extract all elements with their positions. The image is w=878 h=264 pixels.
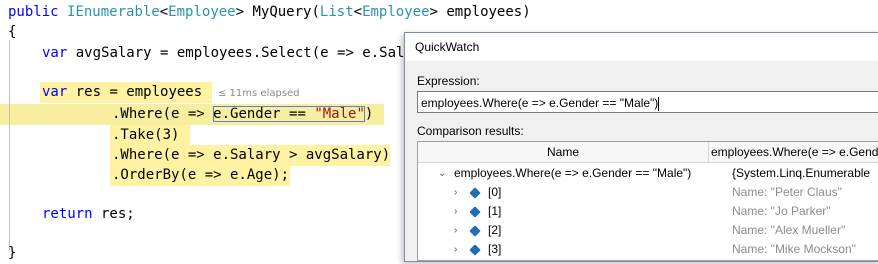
expression-input[interactable]: employees.Where(e => e.Gender == "Male") xyxy=(417,91,878,113)
code-line-3: var avgSalary = employees.Select(e => e.… xyxy=(42,45,405,61)
scope-guide xyxy=(9,40,10,250)
tree-row-item[interactable]: › [3] Name: "Mike Mockson" xyxy=(418,240,878,259)
code-line-8: .OrderBy(e => e.Age); xyxy=(112,167,290,183)
window-title: QuickWatch xyxy=(405,33,878,61)
object-cube-icon xyxy=(469,244,481,256)
code-line-6: .Take(3) xyxy=(112,127,180,143)
grid-header: Name employees.Where(e => e.Gender xyxy=(418,142,878,163)
expression-label: Expression: xyxy=(417,74,480,88)
tree-row-item[interactable]: › [2] Name: "Alex Mueller" xyxy=(418,221,878,240)
elapsed-time-hint: ≤ 11ms elapsed xyxy=(218,88,300,99)
code-line-9: return res; xyxy=(42,206,135,222)
code-line-2: { xyxy=(8,24,17,40)
object-cube-icon xyxy=(469,206,481,218)
code-line-10: } xyxy=(8,245,17,261)
column-header-value[interactable]: employees.Where(e => e.Gender xyxy=(709,142,878,162)
results-grid[interactable]: Name employees.Where(e => e.Gender ⌄ emp… xyxy=(417,141,878,261)
chevron-right-icon[interactable]: › xyxy=(454,240,457,259)
chevron-right-icon[interactable]: › xyxy=(454,221,457,240)
text-caret xyxy=(658,96,660,111)
tree-row-item[interactable]: › [1] Name: "Jo Parker" xyxy=(418,202,878,221)
code-line-4: var res = employees xyxy=(42,84,203,100)
object-cube-icon xyxy=(469,187,481,199)
tree-row-root[interactable]: ⌄ employees.Where(e => e.Gender == "Male… xyxy=(418,164,878,183)
selected-expression[interactable]: e.Gender == "Male" xyxy=(213,106,365,122)
tree-row-item[interactable]: › [0] Name: "Peter Claus" xyxy=(418,183,878,202)
chevron-right-icon[interactable]: › xyxy=(454,183,457,202)
code-line-5: .Where(e => e.Gender == "Male") xyxy=(112,106,374,122)
chevron-right-icon[interactable]: › xyxy=(454,202,457,221)
code-line-7: .Where(e => e.Salary > avgSalary) xyxy=(112,147,391,163)
chevron-down-icon[interactable]: ⌄ xyxy=(438,164,446,183)
object-cube-icon xyxy=(469,225,481,237)
results-label: Comparison results: xyxy=(417,124,524,138)
column-header-name[interactable]: Name xyxy=(418,142,709,162)
code-line-1: public IEnumerable<Employee> MyQuery(Lis… xyxy=(8,4,531,20)
quickwatch-window[interactable]: QuickWatch Expression: employees.Where(e… xyxy=(404,32,878,262)
